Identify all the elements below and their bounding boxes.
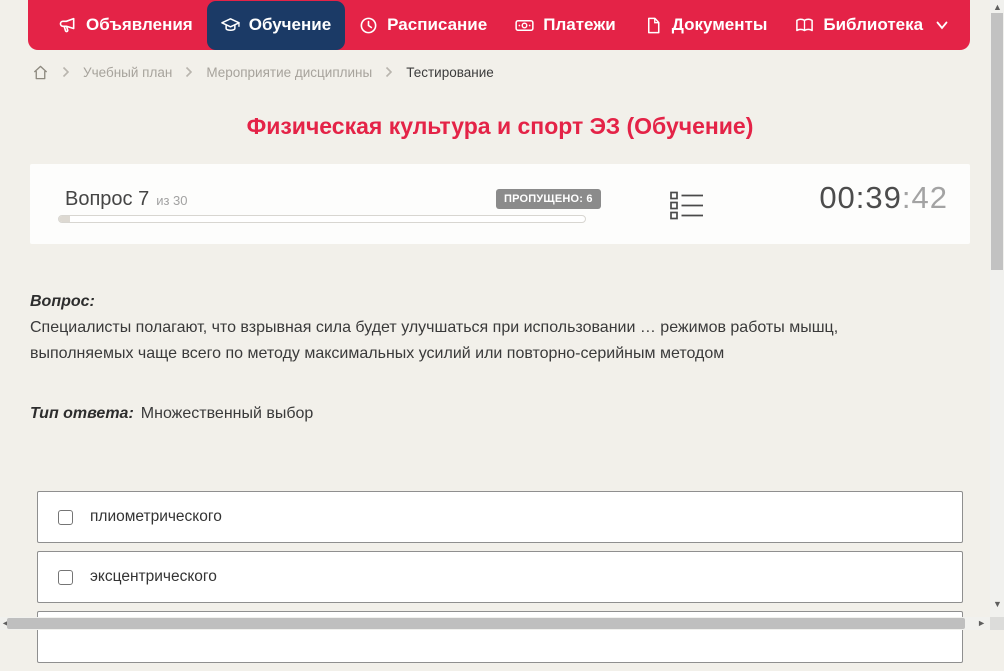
question-block: Вопрос: Специалисты полагают, что взрывн… bbox=[30, 289, 942, 367]
main-navbar: Объявления Обучение Расписание Платежи Д… bbox=[28, 0, 970, 50]
nav-item-schedule[interactable]: Расписание bbox=[345, 0, 501, 50]
horizontal-scroll-thumb[interactable] bbox=[7, 618, 965, 629]
page-title: Физическая культура и спорт ЭЗ (Обучение… bbox=[246, 113, 754, 139]
checkbox[interactable] bbox=[58, 569, 73, 585]
home-icon[interactable] bbox=[32, 64, 49, 81]
open-book-icon bbox=[795, 16, 814, 35]
nav-item-documents[interactable]: Документы bbox=[630, 0, 782, 50]
answer-type-value: Множественный выбор bbox=[140, 405, 314, 422]
question-number-label: Вопрос 7 bbox=[65, 188, 150, 210]
nav-label: Платежи bbox=[543, 15, 616, 34]
option-label: эксцентрического bbox=[90, 568, 217, 585]
breadcrumb: Учебный план Мероприятие дисциплины Тест… bbox=[32, 61, 494, 83]
checkbox[interactable] bbox=[58, 509, 73, 525]
timer-seconds: :42 bbox=[901, 180, 948, 215]
horizontal-scrollbar[interactable]: ◄ ► bbox=[0, 617, 990, 630]
timer-minutes: 00:39 bbox=[819, 180, 902, 215]
chevron-down-icon bbox=[936, 21, 948, 30]
payment-icon bbox=[515, 16, 534, 35]
scrollbar-corner bbox=[990, 617, 1004, 630]
skipped-badge: ПРОПУЩЕНО: 6 bbox=[496, 189, 601, 209]
timer: 00:39:42 bbox=[819, 180, 948, 216]
option-label: плиометрического bbox=[90, 508, 222, 525]
nav-label: Объявления bbox=[86, 15, 193, 34]
vertical-scroll-thumb[interactable] bbox=[991, 13, 1003, 270]
answer-type-row: Тип ответа: Множественный выбор bbox=[30, 401, 313, 427]
nav-label: Библиотека bbox=[823, 15, 924, 34]
answer-option[interactable]: эксцентрического bbox=[37, 551, 963, 603]
question-text: Специалисты полагают, что взрывная сила … bbox=[30, 319, 839, 362]
answer-type-label: Тип ответа: bbox=[30, 405, 134, 422]
scroll-up-icon[interactable]: ▲ bbox=[993, 3, 1002, 12]
clock-icon bbox=[359, 16, 378, 35]
breadcrumb-item-curriculum[interactable]: Учебный план bbox=[83, 65, 172, 80]
nav-item-learning[interactable]: Обучение bbox=[206, 0, 346, 50]
document-icon bbox=[644, 16, 663, 35]
vertical-scrollbar[interactable]: ▲ ▼ bbox=[990, 0, 1004, 617]
megaphone-icon bbox=[58, 16, 77, 35]
question-bar: Вопрос 7 из 30 ПРОПУЩЕНО: 6 00:39:42 bbox=[30, 164, 970, 244]
question-number: Вопрос 7 из 30 bbox=[65, 188, 188, 211]
answer-options: плиометрического эксцентрического bbox=[37, 491, 963, 671]
chevron-right-icon bbox=[385, 66, 393, 78]
scroll-down-icon[interactable]: ▼ bbox=[993, 600, 1002, 609]
progress-bar bbox=[58, 215, 586, 223]
question-total: из 30 bbox=[156, 193, 188, 208]
answer-option[interactable]: плиометрического bbox=[37, 491, 963, 543]
nav-label: Обучение bbox=[248, 15, 332, 34]
scroll-right-icon[interactable]: ► bbox=[977, 619, 986, 628]
progress-fill bbox=[59, 216, 70, 222]
graduation-cap-icon bbox=[220, 16, 240, 35]
nav-label: Документы bbox=[671, 15, 768, 34]
nav-item-announcements[interactable]: Объявления bbox=[44, 0, 207, 50]
nav-label: Расписание bbox=[387, 15, 488, 34]
chevron-right-icon bbox=[62, 66, 70, 78]
question-list-icon[interactable] bbox=[670, 191, 704, 220]
breadcrumb-item-discipline-event[interactable]: Мероприятие дисциплины bbox=[206, 65, 372, 80]
nav-item-payments[interactable]: Платежи bbox=[501, 0, 630, 50]
breadcrumb-item-testing: Тестирование bbox=[406, 64, 494, 80]
question-label: Вопрос: bbox=[30, 293, 95, 310]
nav-item-library[interactable]: Библиотека bbox=[781, 0, 962, 50]
chevron-right-icon bbox=[185, 66, 193, 78]
